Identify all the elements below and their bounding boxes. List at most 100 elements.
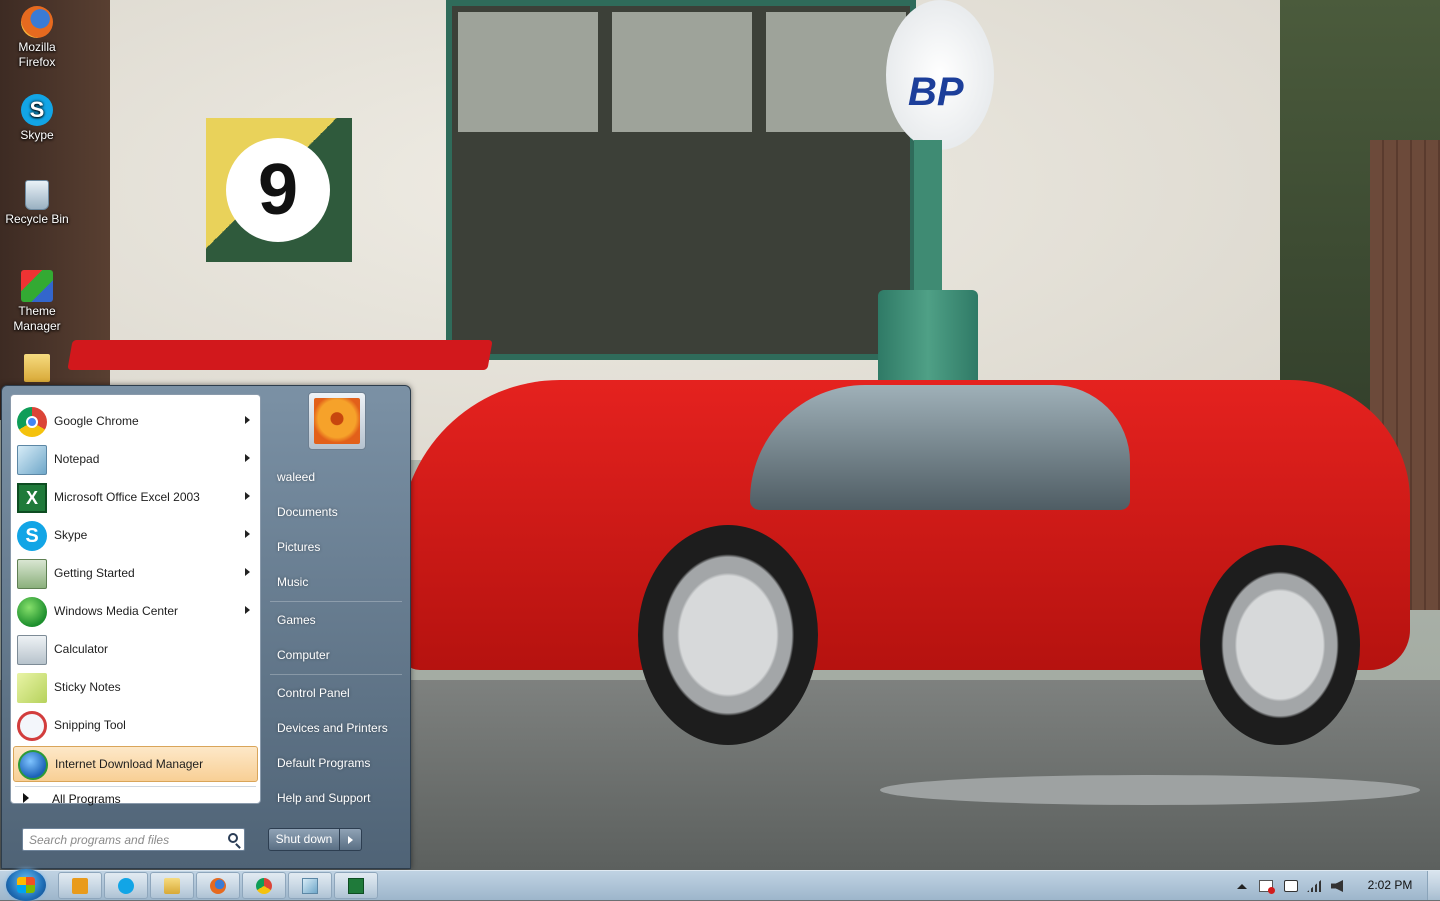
- program-label: Internet Download Manager: [55, 757, 204, 771]
- user-name-link[interactable]: waleed: [277, 470, 315, 484]
- show-hidden-icons[interactable]: [1237, 884, 1247, 889]
- wallpaper-puddle: [880, 775, 1420, 805]
- wallpaper-number-sign: 9: [206, 118, 352, 262]
- taskbar-notepad[interactable]: [288, 872, 332, 899]
- taskbar-firefox[interactable]: [196, 872, 240, 899]
- recycle-bin-icon: [25, 180, 49, 210]
- getting-started-icon: [17, 559, 47, 589]
- user-account-picture[interactable]: [308, 392, 366, 450]
- program-google-chrome[interactable]: Google Chrome: [13, 404, 258, 440]
- skype-icon: S: [21, 94, 53, 126]
- program-snipping-tool[interactable]: Snipping Tool: [13, 708, 258, 744]
- program-notepad[interactable]: Notepad: [13, 442, 258, 478]
- link-control-panel[interactable]: Control Panel: [277, 686, 350, 700]
- submenu-arrow-icon[interactable]: [245, 454, 250, 462]
- desktop-icon-recycle-bin[interactable]: Recycle Bin: [0, 180, 74, 227]
- link-pictures[interactable]: Pictures: [277, 540, 320, 554]
- snipping-tool-icon: [17, 711, 47, 741]
- program-internet-download-manager[interactable]: Internet Download Manager: [13, 746, 258, 782]
- submenu-arrow-icon[interactable]: [245, 492, 250, 500]
- flower-picture-icon: [314, 398, 360, 444]
- taskbar: 2:02 PM: [0, 869, 1440, 901]
- submenu-arrow-icon[interactable]: [245, 606, 250, 614]
- link-help-and-support[interactable]: Help and Support: [277, 791, 370, 805]
- program-label: Getting Started: [54, 566, 135, 580]
- desktop-icon-label: Theme Manager: [13, 304, 61, 333]
- taskbar-media-player[interactable]: [58, 872, 102, 899]
- windows-logo-icon: [17, 877, 35, 893]
- link-default-programs[interactable]: Default Programs: [277, 756, 370, 770]
- explorer-icon: [164, 878, 180, 894]
- program-label: Microsoft Office Excel 2003: [54, 490, 200, 504]
- submenu-arrow-icon[interactable]: [245, 416, 250, 424]
- taskbar-clock[interactable]: 2:02 PM: [1355, 878, 1425, 892]
- folder-icon: [24, 354, 50, 382]
- link-games[interactable]: Games: [277, 613, 316, 627]
- idm-icon: [18, 750, 48, 780]
- pump-brand: BP: [908, 70, 964, 114]
- skype-icon: [118, 878, 134, 894]
- action-center-icon[interactable]: [1259, 880, 1275, 894]
- desktop-icon-label: Mozilla Firefox: [18, 40, 56, 69]
- link-documents[interactable]: Documents: [277, 505, 338, 519]
- expand-arrow-icon: [23, 793, 29, 803]
- start-button[interactable]: [6, 869, 46, 901]
- chrome-icon: [256, 878, 272, 894]
- taskbar-explorer[interactable]: [150, 872, 194, 899]
- desktop-icon-folder[interactable]: [0, 354, 74, 384]
- program-getting-started[interactable]: Getting Started: [13, 556, 258, 592]
- link-music[interactable]: Music: [277, 575, 308, 589]
- start-search-box[interactable]: [22, 828, 245, 851]
- search-input[interactable]: [29, 832, 219, 847]
- skype-icon: S: [17, 521, 47, 551]
- link-devices-and-printers[interactable]: Devices and Printers: [277, 721, 388, 735]
- all-programs-label: All Programs: [52, 792, 121, 806]
- program-sticky-notes[interactable]: Sticky Notes: [13, 670, 258, 706]
- shutdown-button[interactable]: Shut down: [268, 828, 340, 851]
- desktop-icon-theme-manager[interactable]: Theme Manager: [0, 270, 74, 334]
- idm-tray-icon[interactable]: [1284, 880, 1298, 892]
- program-label: Calculator: [54, 642, 109, 656]
- program-label: Skype: [54, 528, 88, 542]
- start-menu: Google Chrome Notepad X Microsoft Office…: [1, 385, 411, 869]
- submenu-arrow-icon[interactable]: [245, 568, 250, 576]
- desktop-icon-firefox[interactable]: Mozilla Firefox: [0, 6, 74, 70]
- desktop-icon-label: Recycle Bin: [5, 212, 69, 226]
- program-label: Windows Media Center: [54, 604, 179, 618]
- show-desktop-button[interactable]: [1427, 871, 1440, 900]
- all-programs-button[interactable]: All Programs: [13, 787, 258, 811]
- desktop-icon-label: Skype: [20, 128, 54, 142]
- submenu-arrow-icon[interactable]: [245, 530, 250, 538]
- shutdown-options-arrow-icon[interactable]: [340, 828, 362, 851]
- volume-icon[interactable]: [1331, 880, 1343, 892]
- taskbar-skype[interactable]: [104, 872, 148, 899]
- excel-icon: X: [17, 483, 47, 513]
- theme-manager-icon: [21, 270, 53, 302]
- program-calculator[interactable]: Calculator: [13, 632, 258, 668]
- wallpaper-window: [446, 0, 916, 360]
- chrome-icon: [17, 407, 47, 437]
- desktop-icon-skype[interactable]: S Skype: [0, 94, 74, 143]
- calculator-icon: [17, 635, 47, 665]
- program-skype[interactable]: S Skype: [13, 518, 258, 554]
- network-icon[interactable]: [1307, 880, 1321, 892]
- notepad-icon: [302, 878, 318, 894]
- firefox-icon: [210, 878, 226, 894]
- media-player-icon: [72, 878, 88, 894]
- program-label: Sticky Notes: [54, 680, 121, 694]
- taskbar-excel[interactable]: [334, 872, 378, 899]
- link-computer[interactable]: Computer: [277, 648, 330, 662]
- taskbar-chrome[interactable]: [242, 872, 286, 899]
- excel-icon: [348, 878, 364, 894]
- start-menu-programs-pane: Google Chrome Notepad X Microsoft Office…: [10, 394, 261, 806]
- right-pane-separator: [270, 674, 402, 675]
- sign-number: 9: [226, 138, 330, 242]
- program-excel-2003[interactable]: X Microsoft Office Excel 2003: [13, 480, 258, 516]
- right-pane-separator: [270, 601, 402, 602]
- program-label: Snipping Tool: [54, 718, 126, 732]
- sticky-notes-icon: [17, 673, 47, 703]
- pump-globe: BP: [886, 0, 994, 150]
- search-icon[interactable]: [228, 833, 238, 843]
- media-center-icon: [17, 597, 47, 627]
- program-windows-media-center[interactable]: Windows Media Center: [13, 594, 258, 630]
